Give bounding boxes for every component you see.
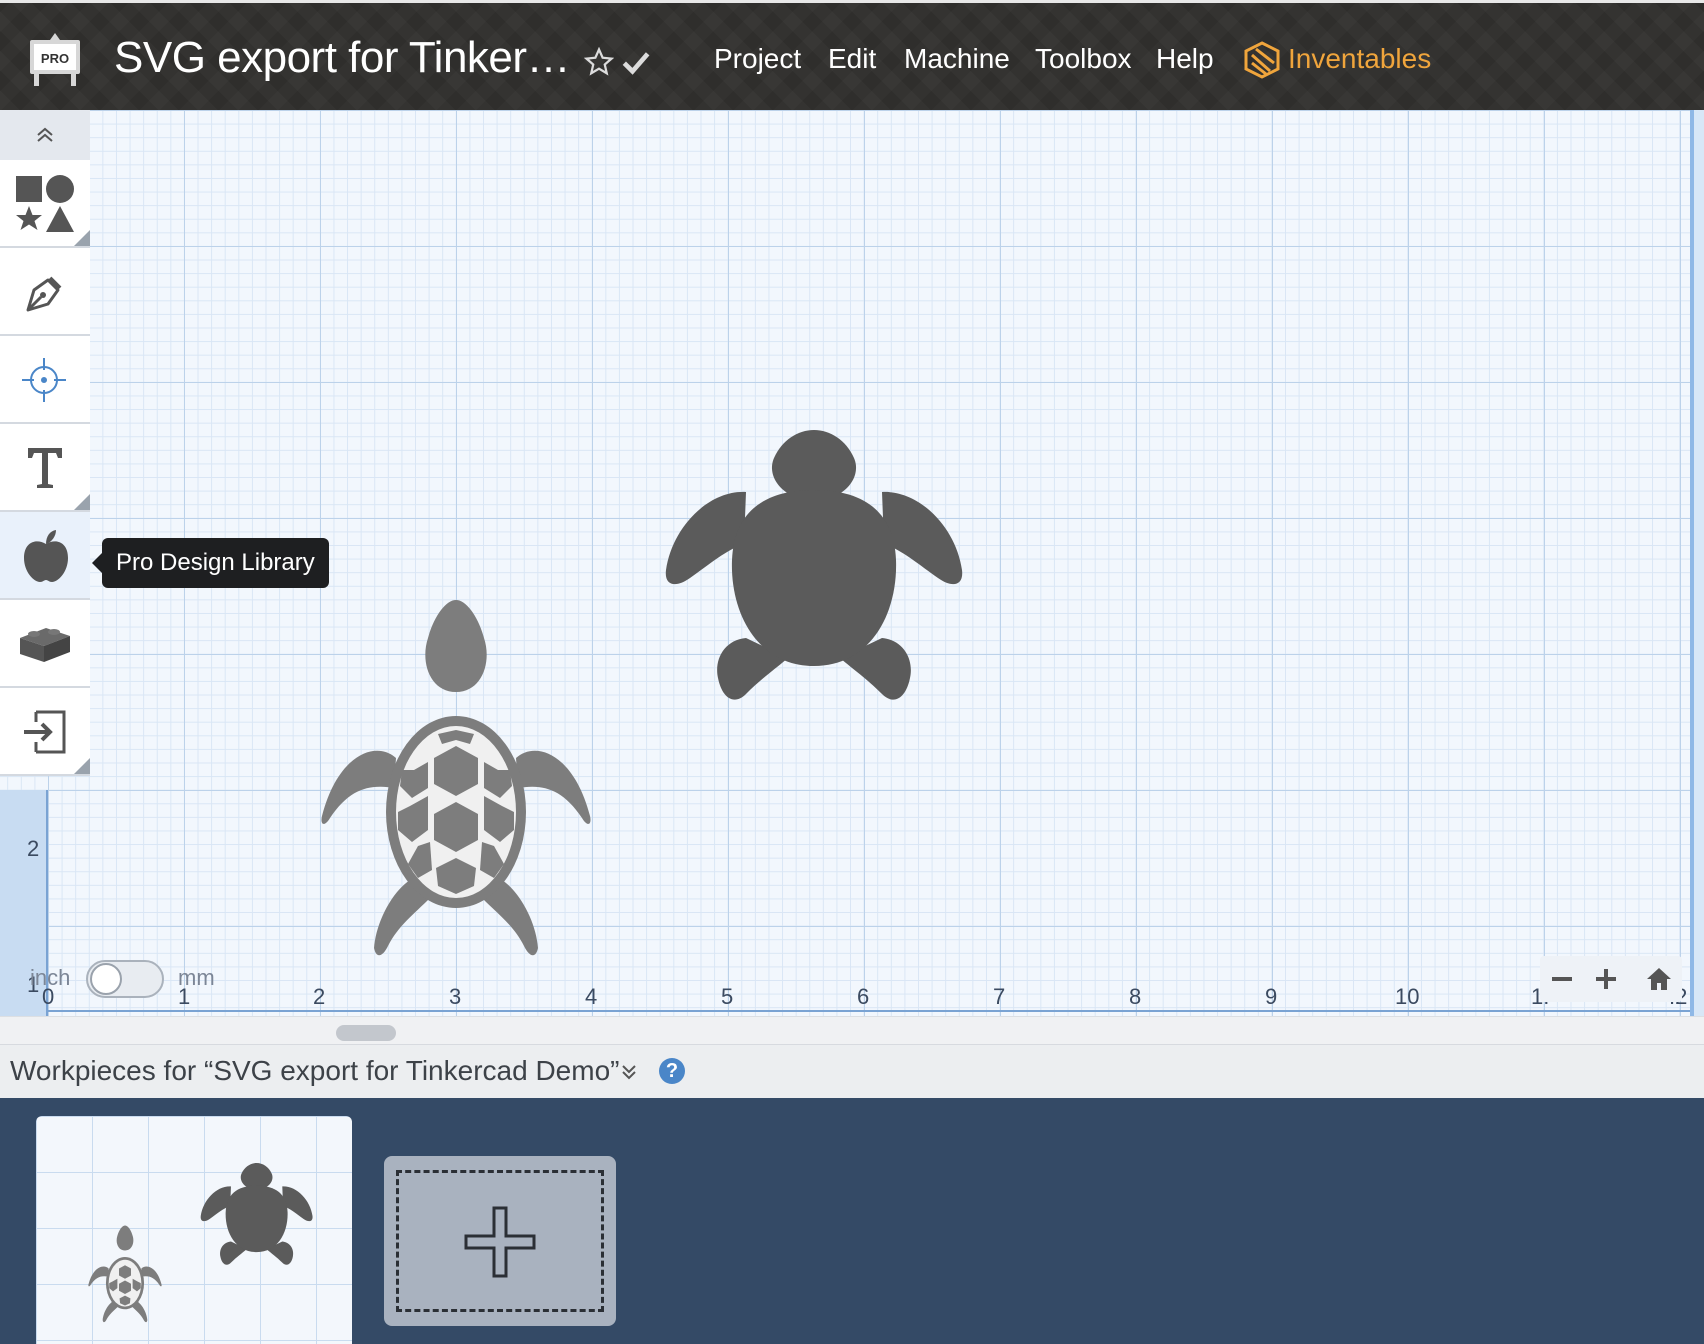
tool-design-library[interactable] bbox=[0, 512, 90, 600]
turtle-silhouette-thumbnail-icon bbox=[200, 1163, 313, 1265]
scrollbar-thumb[interactable] bbox=[336, 1025, 396, 1041]
unit-mm-label: mm bbox=[178, 965, 215, 990]
x-ruler-label: 8 bbox=[1129, 984, 1142, 1009]
x-axis-line bbox=[0, 1010, 1690, 1012]
menu-help[interactable]: Help bbox=[1156, 43, 1214, 75]
tool-pen[interactable] bbox=[0, 248, 90, 336]
brick-icon bbox=[20, 628, 70, 662]
minus-icon bbox=[1552, 977, 1572, 981]
tool-text[interactable] bbox=[0, 424, 90, 512]
apple-icon bbox=[24, 530, 68, 582]
import-icon bbox=[24, 710, 66, 754]
double-chevron-up-icon bbox=[37, 127, 53, 142]
canvas-right-edge bbox=[1690, 110, 1704, 1016]
y-ruler-label: 2 bbox=[27, 836, 40, 861]
text-icon bbox=[28, 448, 62, 488]
unit-toggle[interactable] bbox=[86, 960, 164, 998]
workpieces-header: Workpieces for “SVG export for Tinkercad… bbox=[0, 1044, 1704, 1099]
workpieces-title[interactable]: Workpieces for “SVG export for Tinkercad… bbox=[10, 1055, 619, 1087]
project-title[interactable]: SVG export for Tinker… bbox=[114, 33, 571, 83]
x-ruler-label: 7 bbox=[993, 984, 1006, 1009]
top-bar: PRO SVG export for Tinker… Project Edit … bbox=[0, 0, 1704, 110]
plus-icon bbox=[464, 1206, 536, 1278]
help-icon[interactable]: ? bbox=[659, 1058, 685, 1084]
add-workpiece-button[interactable] bbox=[384, 1156, 616, 1326]
saved-check-icon bbox=[622, 52, 650, 75]
zoom-controls bbox=[1540, 956, 1682, 1002]
tool-expand-corner bbox=[74, 230, 90, 246]
toolbar-collapse-button[interactable] bbox=[0, 110, 90, 161]
horizontal-scrollbar[interactable] bbox=[0, 1016, 1704, 1045]
menu-machine[interactable]: Machine bbox=[904, 43, 1010, 75]
x-ruler-label: 6 bbox=[857, 984, 870, 1009]
menu-project[interactable]: Project bbox=[714, 43, 801, 75]
tool-expand-corner bbox=[74, 758, 90, 774]
inventables-logo-icon[interactable] bbox=[1244, 41, 1280, 79]
plus-icon bbox=[1596, 969, 1616, 989]
unit-toggle-knob bbox=[90, 963, 122, 995]
target-icon bbox=[22, 358, 66, 402]
home-icon bbox=[1647, 968, 1671, 990]
pro-badge-text: PRO bbox=[41, 51, 69, 66]
turtle-silhouette-workpiece[interactable] bbox=[664, 428, 966, 734]
workpiece-thumbnail[interactable] bbox=[36, 1116, 352, 1344]
easel-pro-logo-icon[interactable]: PRO bbox=[28, 31, 82, 87]
zoom-in-button[interactable] bbox=[1584, 956, 1628, 1002]
x-ruler-label: 2 bbox=[313, 984, 326, 1009]
menu-edit[interactable]: Edit bbox=[828, 43, 876, 75]
shapes-icon bbox=[16, 175, 74, 232]
pen-icon bbox=[26, 276, 62, 312]
tool-import[interactable] bbox=[0, 688, 90, 776]
x-ruler-label: 3 bbox=[449, 984, 462, 1009]
workpieces-panel bbox=[0, 1098, 1704, 1344]
tool-shapes[interactable] bbox=[0, 160, 90, 248]
tool-expand-corner bbox=[74, 494, 90, 510]
unit-inch-label: inch bbox=[30, 965, 71, 990]
x-ruler-label: 4 bbox=[585, 984, 598, 1009]
inventables-link[interactable]: Inventables bbox=[1288, 43, 1431, 75]
turtle-detailed-workpiece[interactable] bbox=[318, 580, 594, 962]
zoom-home-button[interactable] bbox=[1636, 956, 1680, 1002]
x-ruler-label: 5 bbox=[721, 984, 734, 1009]
turtle-detailed-thumbnail-icon bbox=[88, 1225, 162, 1323]
zoom-out-button[interactable] bbox=[1540, 956, 1584, 1002]
double-chevron-down-icon[interactable] bbox=[620, 1063, 638, 1081]
menu-toolbox[interactable]: Toolbox bbox=[1035, 43, 1132, 75]
tooltip-pro-design-library: Pro Design Library bbox=[92, 538, 329, 588]
x-ruler-label: 9 bbox=[1265, 984, 1278, 1009]
x-ruler-label: 10 bbox=[1395, 984, 1420, 1009]
tool-parts[interactable] bbox=[0, 600, 90, 688]
tool-target[interactable] bbox=[0, 336, 90, 424]
star-icon[interactable] bbox=[584, 47, 614, 77]
